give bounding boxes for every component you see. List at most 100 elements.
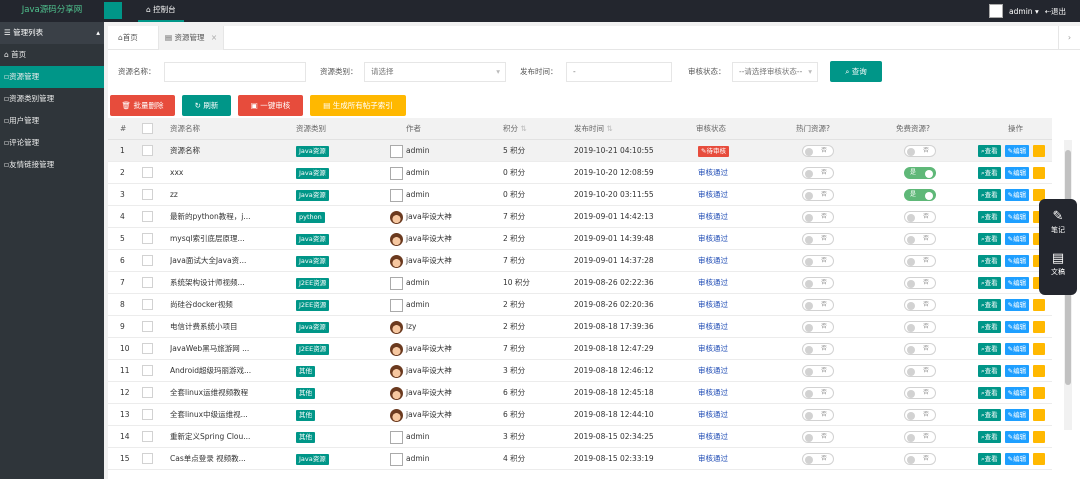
table-row[interactable]: 14 重新定义Spring Clou... 其他 admin 3 积分 2019-08-1… (108, 426, 1052, 448)
row-checkbox[interactable] (142, 387, 153, 398)
hot-toggle[interactable]: 否 (802, 365, 834, 377)
edit-button[interactable]: ✎编辑 (1004, 365, 1030, 377)
close-icon[interactable]: × (211, 33, 217, 42)
sidebar-item-home[interactable]: ⌂ 首页 (0, 44, 104, 66)
state-badge[interactable]: ✎待审核 (698, 145, 729, 157)
delete-button[interactable] (1033, 409, 1046, 421)
sidebar-item-resources[interactable]: ▫资源管理 (0, 66, 104, 88)
view-button[interactable]: ⌕查看 (978, 409, 1001, 421)
edit-button[interactable]: ✎编辑 (1004, 211, 1030, 223)
row-checkbox[interactable] (142, 255, 153, 266)
table-row[interactable]: 7 系统架构设计师视频... J2EE资源 admin 10 积分 2019-08-26 … (108, 272, 1052, 294)
edit-button[interactable]: ✎编辑 (1004, 343, 1030, 355)
view-button[interactable]: ⌕查看 (978, 211, 1001, 223)
edit-button[interactable]: ✎编辑 (1004, 321, 1030, 333)
view-button[interactable]: ⌕查看 (978, 145, 1001, 157)
approve-all-button[interactable]: ▣ 一键审核 (238, 95, 303, 116)
table-row[interactable]: 1 资源名称 Java资源 admin 5 积分 2019-10-21 04:10:55 ✎… (108, 140, 1052, 162)
hot-toggle[interactable]: 否 (802, 167, 834, 179)
delete-button[interactable] (1033, 453, 1046, 465)
edit-button[interactable]: ✎编辑 (1004, 189, 1030, 201)
free-toggle[interactable]: 否 (904, 255, 936, 267)
view-button[interactable]: ⌕查看 (978, 321, 1001, 333)
row-checkbox[interactable] (142, 365, 153, 376)
hot-toggle[interactable]: 否 (802, 233, 834, 245)
delete-button[interactable] (1033, 343, 1046, 355)
edit-button[interactable]: ✎编辑 (1004, 255, 1030, 267)
view-button[interactable]: ⌕查看 (978, 299, 1001, 311)
sidebar-item-links[interactable]: ▫友情链接管理 (0, 154, 104, 176)
row-checkbox[interactable] (142, 431, 153, 442)
edit-button[interactable]: ✎编辑 (1004, 145, 1030, 157)
sidebar-item-users[interactable]: ▫用户管理 (0, 110, 104, 132)
edit-button[interactable]: ✎编辑 (1004, 431, 1030, 443)
top-tab-dashboard[interactable]: ⌂ 控制台 (138, 0, 184, 22)
row-checkbox[interactable] (142, 453, 153, 464)
free-toggle[interactable]: 否 (904, 211, 936, 223)
view-button[interactable]: ⌕查看 (978, 343, 1001, 355)
table-row[interactable]: 5 mysql索引底层原理... Java资源 java毕设大神 2 积分 2019-09… (108, 228, 1052, 250)
row-checkbox[interactable] (142, 321, 153, 332)
view-button[interactable]: ⌕查看 (978, 387, 1001, 399)
view-button[interactable]: ⌕查看 (978, 453, 1001, 465)
free-toggle[interactable]: 否 (904, 409, 936, 421)
hot-toggle[interactable]: 否 (802, 431, 834, 443)
free-toggle[interactable]: 否 (904, 431, 936, 443)
delete-button[interactable] (1033, 167, 1046, 179)
edit-button[interactable]: ✎编辑 (1004, 409, 1030, 421)
table-row[interactable]: 13 全套linux中级运维视... 其他 java毕设大神 6 积分 2019-08-1… (108, 404, 1052, 426)
free-toggle[interactable]: 否 (904, 321, 936, 333)
hot-toggle[interactable]: 否 (802, 343, 834, 355)
view-button[interactable]: ⌕查看 (978, 167, 1001, 179)
free-toggle[interactable]: 否 (904, 299, 936, 311)
table-row[interactable]: 12 全套linux运维视频教程 其他 java毕设大神 6 积分 2019-08-18 … (108, 382, 1052, 404)
user-avatar[interactable] (989, 4, 1004, 18)
refresh-button[interactable]: ↻ 刷新 (182, 95, 231, 116)
search-button[interactable]: ⌕ 查询 (830, 61, 882, 82)
table-row[interactable]: 6 Java面试大全Java资... Java资源 java毕设大神 7 积分 2019-… (108, 250, 1052, 272)
free-toggle[interactable]: 否 (904, 277, 936, 289)
row-checkbox[interactable] (142, 409, 153, 420)
tab-home[interactable]: ⌂首页 (112, 26, 144, 50)
hot-toggle[interactable]: 否 (802, 145, 834, 157)
tab-resources[interactable]: ▤ 资源管理 × (158, 26, 225, 50)
free-toggle[interactable]: 是 (904, 167, 936, 179)
pagination[interactable] (108, 472, 1052, 479)
row-checkbox[interactable] (142, 343, 153, 354)
view-button[interactable]: ⌕查看 (978, 233, 1001, 245)
free-toggle[interactable]: 否 (904, 145, 936, 157)
row-checkbox[interactable] (142, 145, 153, 156)
edit-button[interactable]: ✎编辑 (1004, 453, 1030, 465)
free-toggle[interactable]: 否 (904, 387, 936, 399)
view-button[interactable]: ⌕查看 (978, 431, 1001, 443)
notes-button[interactable]: ✎ 笔记 (1039, 209, 1077, 235)
logout-button[interactable]: ⇠退出 (1045, 6, 1066, 17)
delete-button[interactable] (1033, 365, 1046, 377)
select-all-checkbox[interactable] (142, 123, 153, 134)
delete-button[interactable] (1033, 321, 1046, 333)
chevron-right-icon[interactable]: › (1058, 26, 1080, 50)
doc-button[interactable]: ▤ 文稿 (1039, 251, 1077, 277)
view-button[interactable]: ⌕查看 (978, 189, 1001, 201)
table-row[interactable]: 2 xxx Java资源 admin 0 积分 2019-10-20 12:08:59 审核… (108, 162, 1052, 184)
hot-toggle[interactable]: 否 (802, 277, 834, 289)
sidebar-item-comments[interactable]: ▫评论管理 (0, 132, 104, 154)
col-time-header[interactable]: 发布时间 ⇅ (574, 118, 613, 140)
delete-button[interactable] (1033, 431, 1046, 443)
hot-toggle[interactable]: 否 (802, 189, 834, 201)
hot-toggle[interactable]: 否 (802, 409, 834, 421)
batch-delete-button[interactable]: 🗑 批量删除 (110, 95, 175, 116)
free-toggle[interactable]: 否 (904, 365, 936, 377)
edit-button[interactable]: ✎编辑 (1004, 387, 1030, 399)
free-toggle[interactable]: 否 (904, 233, 936, 245)
view-button[interactable]: ⌕查看 (978, 277, 1001, 289)
free-toggle[interactable]: 否 (904, 453, 936, 465)
row-checkbox[interactable] (142, 233, 153, 244)
table-row[interactable]: 15 Cas单点登录 视频教... Java资源 admin 4 积分 2019-08-1… (108, 448, 1052, 470)
free-toggle[interactable]: 是 (904, 189, 936, 201)
table-row[interactable]: 9 电信计费系统小项目 Java资源 lzy 2 积分 2019-08-18 17:39:… (108, 316, 1052, 338)
row-checkbox[interactable] (142, 277, 153, 288)
hot-toggle[interactable]: 否 (802, 321, 834, 333)
row-checkbox[interactable] (142, 167, 153, 178)
site-logo[interactable]: Java源码分享网 (0, 0, 104, 22)
